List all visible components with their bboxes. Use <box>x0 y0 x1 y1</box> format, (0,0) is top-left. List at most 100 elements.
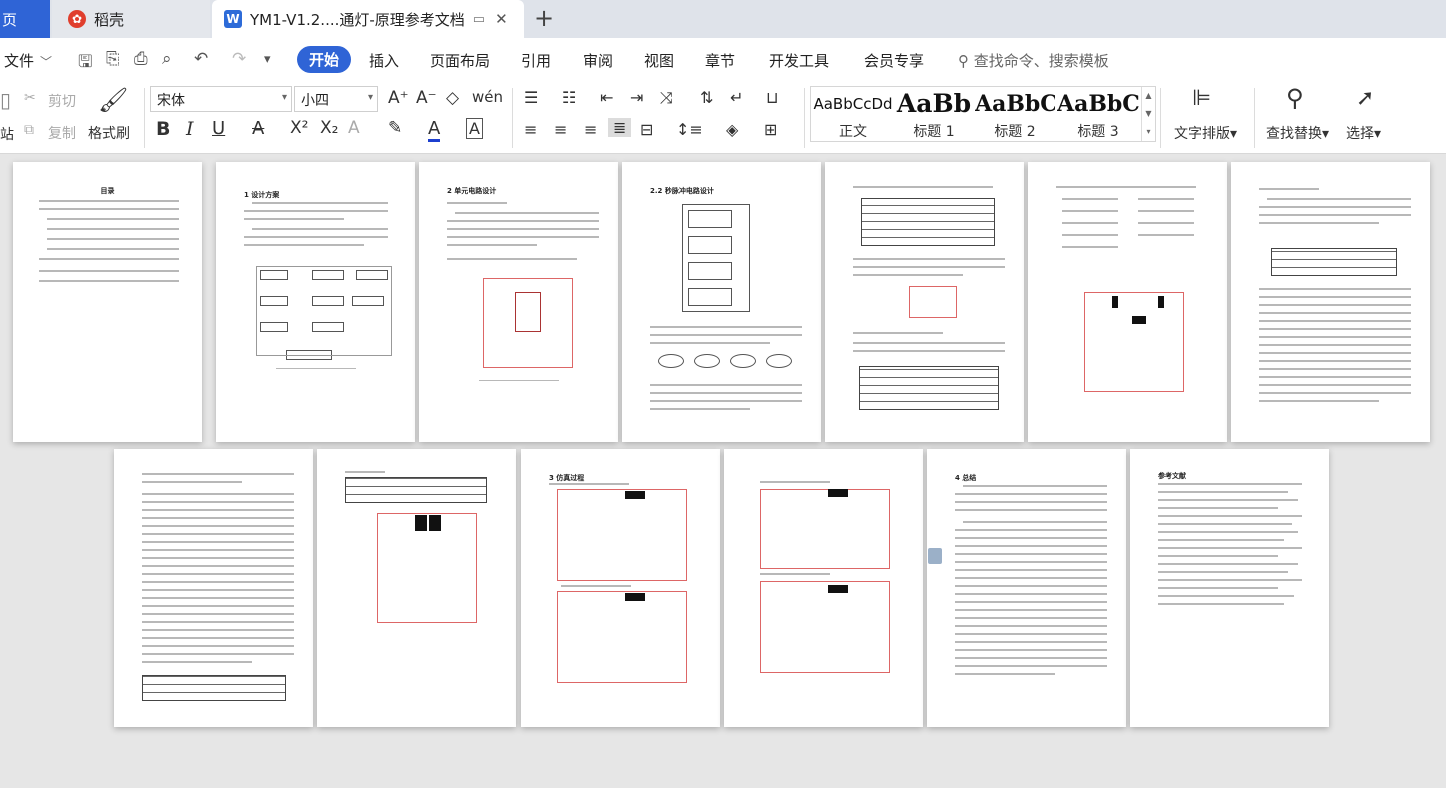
text-line <box>1259 296 1411 298</box>
subscript-icon[interactable]: X₂ <box>320 118 338 138</box>
bold-icon[interactable]: B <box>156 118 170 140</box>
justify-icon[interactable]: ≣ <box>608 118 632 137</box>
format-painter-label[interactable]: 格式刷 <box>88 123 130 143</box>
cut-label[interactable]: 剪切 <box>48 91 76 111</box>
align-center-icon[interactable]: ≡ <box>554 120 567 139</box>
command-search[interactable]: ⚲ 查找命令、搜索模板 <box>958 50 1109 71</box>
numbering-icon[interactable]: ☷ <box>562 88 576 107</box>
text-line <box>142 549 294 551</box>
highlight-icon[interactable]: ✎ <box>388 118 402 138</box>
style-normal[interactable]: AaBbCcDd 正文 <box>813 87 893 143</box>
menu-insert[interactable]: 插入 <box>369 50 399 71</box>
menu-section[interactable]: 章节 <box>705 50 735 71</box>
caption-line <box>276 368 356 369</box>
increase-indent-icon[interactable]: ⇥ <box>630 88 643 107</box>
font-color-icon[interactable]: A <box>428 118 441 142</box>
decrease-indent-icon[interactable]: ⇤ <box>600 88 613 107</box>
page-thumbnail-2[interactable]: 1 设计方案 <box>216 162 415 442</box>
page-thumbnail-6[interactable] <box>1028 162 1227 442</box>
cut-icon[interactable]: ✂ <box>24 90 36 106</box>
menu-review[interactable]: 审阅 <box>583 50 613 71</box>
output-icon[interactable]: ⎘ <box>106 49 120 69</box>
reference-line <box>1158 595 1294 597</box>
page-thumbnail-1[interactable]: 目录 <box>13 162 202 442</box>
bullets-icon[interactable]: ☰ <box>524 88 538 107</box>
select-button[interactable]: 选择▾ <box>1346 123 1381 143</box>
font-name-select[interactable]: 宋体 ▾ <box>150 86 292 112</box>
style-heading-3[interactable]: AaBbC 标题 3 <box>1057 87 1139 143</box>
chinese-layout-icon[interactable]: ⤨ <box>660 88 673 108</box>
tab-daoke[interactable]: ✿ 稻壳 <box>52 0 210 38</box>
page-thumbnail-7[interactable] <box>1231 162 1430 442</box>
page-thumbnail-5[interactable] <box>825 162 1024 442</box>
menu-view[interactable]: 视图 <box>644 50 674 71</box>
menu-reference[interactable]: 引用 <box>521 50 551 71</box>
monitor-icon[interactable]: ▭ <box>473 12 485 27</box>
format-painter-icon[interactable]: 🖌 <box>98 86 128 114</box>
shading-icon[interactable]: ◈ <box>726 120 738 139</box>
text-line <box>1259 392 1411 394</box>
more-chevron-icon[interactable]: ▾ <box>264 52 271 67</box>
text-layout-icon[interactable]: ⊫ <box>1192 86 1211 111</box>
state-node <box>658 354 684 368</box>
sort-icon[interactable]: ⇅ <box>700 88 713 107</box>
page-thumbnail-3[interactable]: 2 单元电路设计 <box>419 162 618 442</box>
tab-home[interactable]: 页 <box>0 0 50 38</box>
text-layout-button[interactable]: 文字排版▾ <box>1174 123 1237 143</box>
borders-icon[interactable]: ⊞ <box>764 120 777 139</box>
paste-icon[interactable]: ▯ <box>0 88 11 112</box>
superscript-icon[interactable]: X² <box>290 118 308 138</box>
text-line <box>955 569 1107 571</box>
page-thumbnail-10[interactable]: 3 仿真过程 <box>521 449 720 727</box>
text-line <box>650 392 802 394</box>
align-right-icon[interactable]: ≡ <box>584 120 597 139</box>
italic-icon[interactable]: I <box>186 118 194 140</box>
print-icon[interactable]: ⎙ <box>134 49 148 69</box>
char-border-icon[interactable]: A <box>466 118 483 139</box>
text-effect-icon[interactable]: A <box>348 118 360 138</box>
page-thumbnail-4[interactable]: 2.2 秒脉冲电路设计 <box>622 162 821 442</box>
page-title: 2.2 秒脉冲电路设计 <box>650 187 714 195</box>
shrink-font-icon[interactable]: A⁻ <box>416 88 437 108</box>
font-size-select[interactable]: 小四 ▾ <box>294 86 378 112</box>
align-left-icon[interactable]: ≡ <box>524 120 537 139</box>
grow-font-icon[interactable]: A⁺ <box>388 88 409 108</box>
underline-icon[interactable]: U <box>212 118 225 139</box>
menu-developer[interactable]: 开发工具 <box>769 50 829 71</box>
paste-label[interactable]: 站 <box>0 124 14 144</box>
line-spacing-icon[interactable]: ↕≡ <box>676 120 703 139</box>
style-gallery-scrollbar[interactable]: ▲ ▼ ▾ <box>1141 87 1155 141</box>
page-thumbnail-9[interactable] <box>317 449 516 727</box>
text-line <box>142 481 242 483</box>
tab-stops-icon[interactable]: ⊔ <box>766 88 778 107</box>
show-marks-icon[interactable]: ↵ <box>730 88 743 107</box>
tab-document[interactable]: W YM1-V1.2....通灯-原理参考文档 ▭ ✕ <box>212 0 524 38</box>
document-side-icon[interactable] <box>928 548 942 564</box>
copy-label[interactable]: 复制 <box>48 123 76 143</box>
find-replace-icon[interactable]: ⚲ <box>1286 84 1304 112</box>
menu-file[interactable]: 文件 ﹀ <box>4 50 52 71</box>
page-thumbnail-11[interactable] <box>724 449 923 727</box>
copy-icon[interactable]: ⧉ <box>24 122 34 138</box>
page-thumbnail-8[interactable] <box>114 449 313 727</box>
page-thumbnail-12[interactable]: 4 总结 <box>927 449 1126 727</box>
style-heading-2[interactable]: AaBbC 标题 2 <box>975 87 1055 143</box>
menu-member[interactable]: 会员专享 <box>864 50 924 71</box>
menu-start[interactable]: 开始 <box>297 46 352 73</box>
clear-format-icon[interactable]: ◇ <box>446 88 459 108</box>
style-heading-1[interactable]: AaBb 标题 1 <box>895 87 973 143</box>
pinyin-icon[interactable]: wén <box>472 88 503 106</box>
reference-line <box>1158 523 1292 525</box>
page-thumbnail-13[interactable]: 参考文献 <box>1130 449 1329 727</box>
new-tab-plus-icon[interactable]: + <box>534 4 554 32</box>
save-icon[interactable]: 🖫 <box>78 49 92 78</box>
close-icon[interactable]: ✕ <box>495 10 508 28</box>
undo-icon[interactable]: ↶ <box>194 49 208 69</box>
strikethrough-icon[interactable]: A <box>252 118 264 139</box>
select-cursor-icon[interactable]: ➚ <box>1356 86 1374 111</box>
print-preview-icon[interactable]: ⌕ <box>162 49 172 69</box>
find-replace-button[interactable]: 查找替换▾ <box>1266 123 1329 143</box>
redo-icon[interactable]: ↷ <box>232 49 246 69</box>
menu-layout[interactable]: 页面布局 <box>430 50 490 71</box>
distribute-icon[interactable]: ⊟ <box>640 120 653 139</box>
